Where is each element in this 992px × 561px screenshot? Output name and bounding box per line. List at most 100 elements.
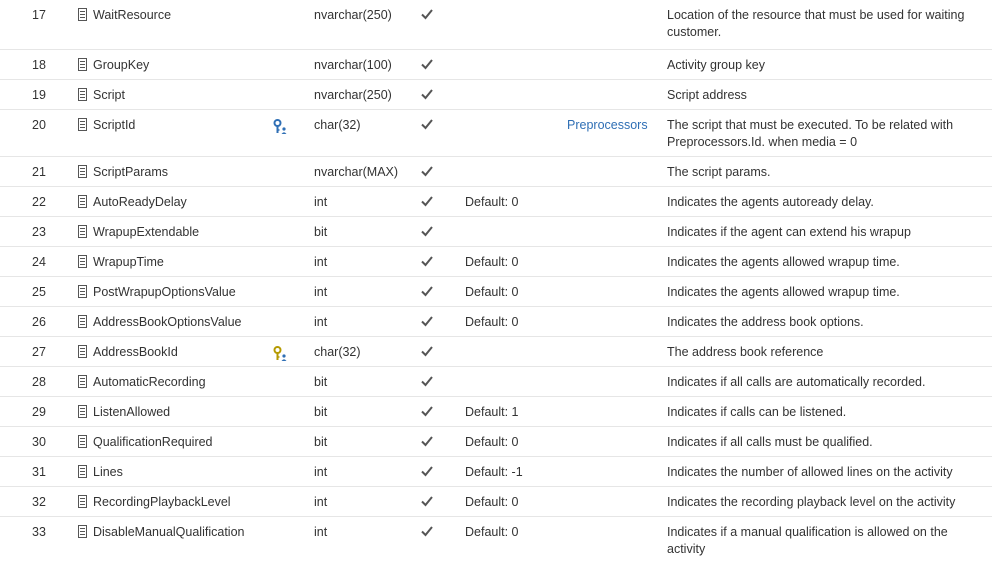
row-number: 31 [32, 465, 46, 479]
checkmark-icon [421, 315, 433, 327]
row-number: 21 [32, 165, 46, 179]
data-type: char(32) [314, 345, 361, 359]
default-value: Default: 0 [465, 315, 519, 329]
column-description: Indicates the recording playback level o… [667, 495, 956, 509]
data-type: int [314, 285, 328, 299]
column-icon [78, 285, 87, 298]
column-name: ScriptParams [93, 165, 169, 179]
row-number: 33 [32, 525, 46, 539]
key-icon [273, 346, 289, 362]
checkmark-icon [421, 118, 433, 130]
table-row[interactable]: 26 AddressBookOptionsValue int Default: 0 In… [0, 306, 992, 337]
checkmark-icon [421, 405, 433, 417]
column-description: Indicates if calls can be listened. [667, 405, 847, 419]
column-description: The script that must be executed. To be … [667, 118, 954, 149]
data-type: nvarchar(MAX) [314, 165, 399, 179]
checkmark-icon [421, 435, 433, 447]
row-number: 24 [32, 255, 46, 269]
table-row[interactable]: 33 DisableManualQualification int Default: … [0, 516, 992, 561]
column-description: Indicates if all calls must be qualified… [667, 435, 873, 449]
row-number: 27 [32, 345, 46, 359]
column-icon [78, 165, 87, 178]
data-type: bit [314, 225, 328, 239]
table-row[interactable]: 28 AutomaticRecording bit Indicates if all … [0, 366, 992, 397]
checkmark-icon [421, 165, 433, 177]
column-icon [78, 525, 87, 538]
checkmark-icon [421, 495, 433, 507]
checkmark-icon [421, 58, 433, 70]
default-value: Default: 0 [465, 285, 519, 299]
column-icon [78, 88, 87, 101]
column-description: Indicates the number of allowed lines on… [667, 465, 953, 479]
column-name: ScriptId [93, 118, 136, 132]
default-value: Default: -1 [465, 465, 523, 479]
column-description: Indicates the address book options. [667, 315, 864, 329]
row-number: 32 [32, 495, 46, 509]
data-type: int [314, 255, 328, 269]
table-row[interactable]: 31 Lines int Default: -1 Indicates the numbe… [0, 456, 992, 487]
table-row[interactable]: 25 PostWrapupOptionsValue int Default: 0 Ind… [0, 276, 992, 307]
column-description: Indicates if the agent can extend his wr… [667, 225, 911, 239]
column-description: Indicates the agents autoready delay. [667, 195, 874, 209]
column-description: The address book reference [667, 345, 824, 359]
table-row[interactable]: 22 AutoReadyDelay int Default: 0 Indicates t… [0, 186, 992, 217]
default-value: Default: 0 [465, 435, 519, 449]
table-row[interactable]: 21 ScriptParams nvarchar(MAX) The script pa… [0, 156, 992, 187]
table-row[interactable]: 18 GroupKey nvarchar(100) Activity group ke… [0, 49, 992, 80]
column-description: Indicates the agents allowed wrapup time… [667, 285, 900, 299]
checkmark-icon [421, 255, 433, 267]
table-row[interactable]: 24 WrapupTime int Default: 0 Indicates the a… [0, 246, 992, 277]
table-row[interactable]: 23 WrapupExtendable bit Indicates if the ag… [0, 216, 992, 247]
row-number: 18 [32, 58, 46, 72]
column-icon [78, 435, 87, 448]
data-type: char(32) [314, 118, 361, 132]
table-row[interactable]: 29 ListenAllowed bit Default: 1 Indicates if… [0, 396, 992, 427]
column-name: ListenAllowed [93, 405, 171, 419]
default-value: Default: 0 [465, 195, 519, 209]
data-type: bit [314, 405, 328, 419]
table-row[interactable]: 32 RecordingPlaybackLevel int Default: 0 Ind… [0, 486, 992, 517]
row-number: 19 [32, 88, 46, 102]
row-number: 26 [32, 315, 46, 329]
table-row[interactable]: 17 WaitResource nvarchar(250) Location of t… [0, 0, 992, 49]
row-number: 28 [32, 375, 46, 389]
column-name: Script [93, 88, 125, 102]
row-number: 23 [32, 225, 46, 239]
column-name: WrapupTime [93, 255, 164, 269]
checkmark-icon [421, 195, 433, 207]
column-description: The script params. [667, 165, 771, 179]
data-type: int [314, 315, 328, 329]
column-name: AddressBookId [93, 345, 178, 359]
checkmark-icon [421, 465, 433, 477]
table-row[interactable]: 19 Script nvarchar(250) Script address [0, 79, 992, 110]
row-number: 25 [32, 285, 46, 299]
checkmark-icon [421, 225, 433, 237]
column-name: WrapupExtendable [93, 225, 200, 239]
column-name: RecordingPlaybackLevel [93, 495, 231, 509]
column-description: Indicates if all calls are automatically… [667, 375, 926, 389]
column-icon [78, 8, 87, 21]
data-type: int [314, 525, 328, 539]
column-name: PostWrapupOptionsValue [93, 285, 236, 299]
column-icon [78, 118, 87, 131]
data-type: bit [314, 435, 328, 449]
row-number: 22 [32, 195, 46, 209]
column-icon [78, 255, 87, 268]
reference-link[interactable]: Preprocessors [567, 117, 648, 134]
key-icon [273, 119, 289, 135]
data-type: nvarchar(100) [314, 58, 392, 72]
checkmark-icon [421, 8, 433, 20]
table-row[interactable]: 30 QualificationRequired bit Default: 0 Indi… [0, 426, 992, 457]
column-icon [78, 345, 87, 358]
table-row[interactable]: 20 ScriptId char(32) Preprocessors The scrip… [0, 109, 992, 157]
checkmark-icon [421, 375, 433, 387]
row-number: 17 [32, 8, 46, 22]
column-name: GroupKey [93, 58, 150, 72]
row-number: 30 [32, 435, 46, 449]
table-row[interactable]: 27 AddressBookId char(32) The address book … [0, 336, 992, 367]
checkmark-icon [421, 525, 433, 537]
checkmark-icon [421, 285, 433, 297]
column-description: Script address [667, 88, 747, 102]
column-name: AutoReadyDelay [93, 195, 187, 209]
data-type: int [314, 195, 328, 209]
